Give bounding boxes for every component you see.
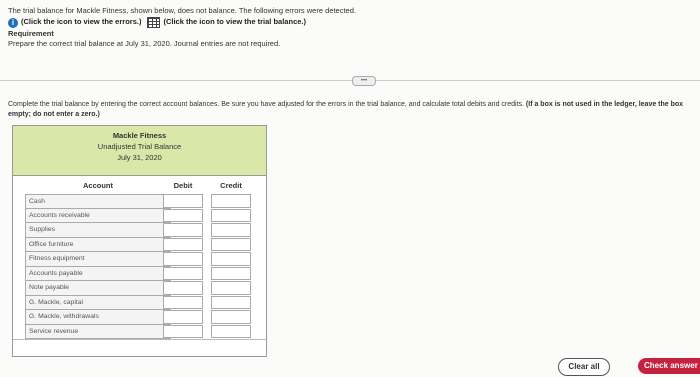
credit-input[interactable]: [211, 223, 251, 237]
credit-input[interactable]: [211, 324, 251, 338]
debit-input[interactable]: [163, 252, 203, 266]
account-office-furniture[interactable]: Office furniture: [25, 237, 171, 252]
check-answer-button[interactable]: Check answer: [638, 358, 700, 374]
credit-input[interactable]: [211, 310, 251, 324]
account-service-revenue[interactable]: Service revenue: [25, 324, 171, 339]
account-accounts-payable[interactable]: Accounts payable: [25, 266, 171, 281]
expand-handle[interactable]: •••: [352, 76, 376, 86]
credit-input[interactable]: [211, 252, 251, 266]
credit-input[interactable]: [211, 194, 251, 208]
info-icon[interactable]: i: [8, 17, 18, 28]
account-column-header: Account: [83, 181, 113, 190]
clear-all-button[interactable]: Clear all: [558, 358, 610, 376]
debit-input[interactable]: [163, 237, 203, 251]
trial-balance-table: Mackle Fitness Unadjusted Trial Balance …: [12, 125, 267, 357]
account-withdrawals[interactable]: G. Mackle, withdrawals: [25, 310, 171, 325]
debit-column-header: Debit: [173, 181, 193, 190]
debit-input[interactable]: [163, 310, 203, 324]
credit-column: [211, 194, 251, 339]
debit-column: [163, 194, 203, 339]
company-name: Mackle Fitness: [112, 131, 167, 140]
credit-column-header: Credit: [220, 181, 242, 190]
account-note-payable[interactable]: Note payable: [25, 281, 171, 296]
debit-input[interactable]: [163, 208, 203, 222]
credit-input[interactable]: [211, 208, 251, 222]
problem-intro: The trial balance for Mackle Fitness, sh…: [8, 6, 356, 50]
debit-input[interactable]: [163, 223, 203, 237]
statement-date: July 31, 2020: [117, 153, 162, 162]
account-cash[interactable]: Cash: [25, 194, 171, 209]
requirement-text: Prepare the correct trial balance at Jul…: [8, 39, 281, 48]
errors-link[interactable]: (Click the icon to view the errors.): [21, 17, 141, 28]
instructions-text: Complete the trial balance by entering t…: [8, 101, 524, 108]
divider: [0, 80, 700, 81]
trial-balance-header: Mackle Fitness Unadjusted Trial Balance …: [13, 126, 266, 176]
credit-input[interactable]: [211, 295, 251, 309]
credit-input[interactable]: [211, 281, 251, 295]
debit-input[interactable]: [163, 295, 203, 309]
debit-input[interactable]: [163, 194, 203, 208]
link-row: i (Click the icon to view the errors.) (…: [8, 17, 356, 29]
account-supplies[interactable]: Supplies: [25, 223, 171, 238]
statement-title: Unadjusted Trial Balance: [97, 142, 182, 151]
account-capital[interactable]: G. Mackle, capital: [25, 295, 171, 310]
table-bottom-divider: [13, 339, 266, 340]
requirement-heading: Requirement: [8, 28, 54, 38]
intro-text: The trial balance for Mackle Fitness, sh…: [8, 6, 356, 15]
table-icon[interactable]: [147, 17, 161, 28]
trial-balance-link[interactable]: (Click the icon to view the trial balanc…: [163, 17, 306, 28]
instructions: Complete the trial balance by entering t…: [8, 100, 698, 120]
credit-input[interactable]: [211, 266, 251, 280]
debit-input[interactable]: [163, 324, 203, 338]
account-accounts-receivable[interactable]: Accounts receivable: [25, 208, 171, 223]
credit-input[interactable]: [211, 237, 251, 251]
debit-input[interactable]: [163, 281, 203, 295]
account-fitness-equipment[interactable]: Fitness equipment: [25, 252, 171, 267]
account-list: Cash Accounts receivable Supplies Office…: [25, 194, 171, 339]
debit-input[interactable]: [163, 266, 203, 280]
